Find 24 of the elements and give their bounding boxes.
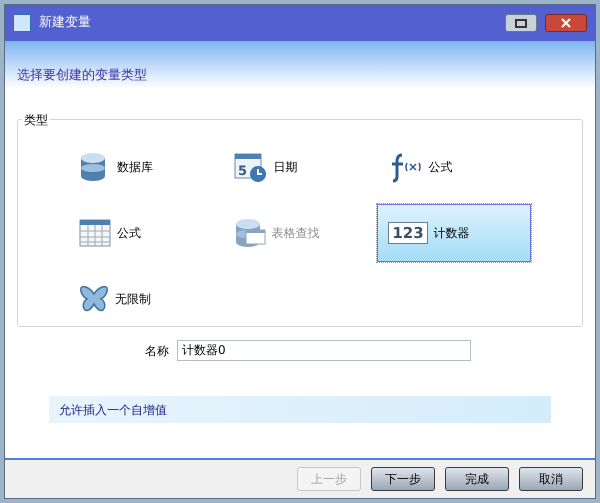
type-option[interactable]: 数据库 xyxy=(68,138,222,196)
counter-icon: 123 xyxy=(388,222,428,244)
restore-icon xyxy=(515,18,527,28)
close-button[interactable] xyxy=(545,14,587,32)
window-title: 新建变量 xyxy=(39,14,91,32)
dialog-button[interactable]: 完成 xyxy=(445,467,509,491)
type-option[interactable]: 123 计数器 xyxy=(377,204,532,262)
info-bar: 允许插入一个自增值 xyxy=(49,396,551,423)
app-icon xyxy=(13,14,31,32)
dialog-button[interactable]: 取消 xyxy=(519,467,583,491)
close-icon xyxy=(561,18,571,28)
type-option[interactable]: 公式 xyxy=(377,138,532,196)
type-option[interactable]: 5 日期 xyxy=(222,138,377,196)
type-option[interactable]: 公式 xyxy=(68,204,222,262)
database-window-icon xyxy=(234,217,266,249)
type-option[interactable]: 无限制 xyxy=(68,270,222,328)
name-label: 名称 xyxy=(145,342,169,360)
table-icon xyxy=(79,219,111,247)
butterfly-icon xyxy=(79,284,109,314)
dialog-button[interactable]: 下一步 xyxy=(371,467,435,491)
name-field[interactable]: 计数器0 xyxy=(177,340,471,361)
restore-button[interactable] xyxy=(505,14,537,32)
subtitle: 选择要创建的变量类型 xyxy=(17,66,147,84)
group-label: 类型 xyxy=(22,111,50,129)
